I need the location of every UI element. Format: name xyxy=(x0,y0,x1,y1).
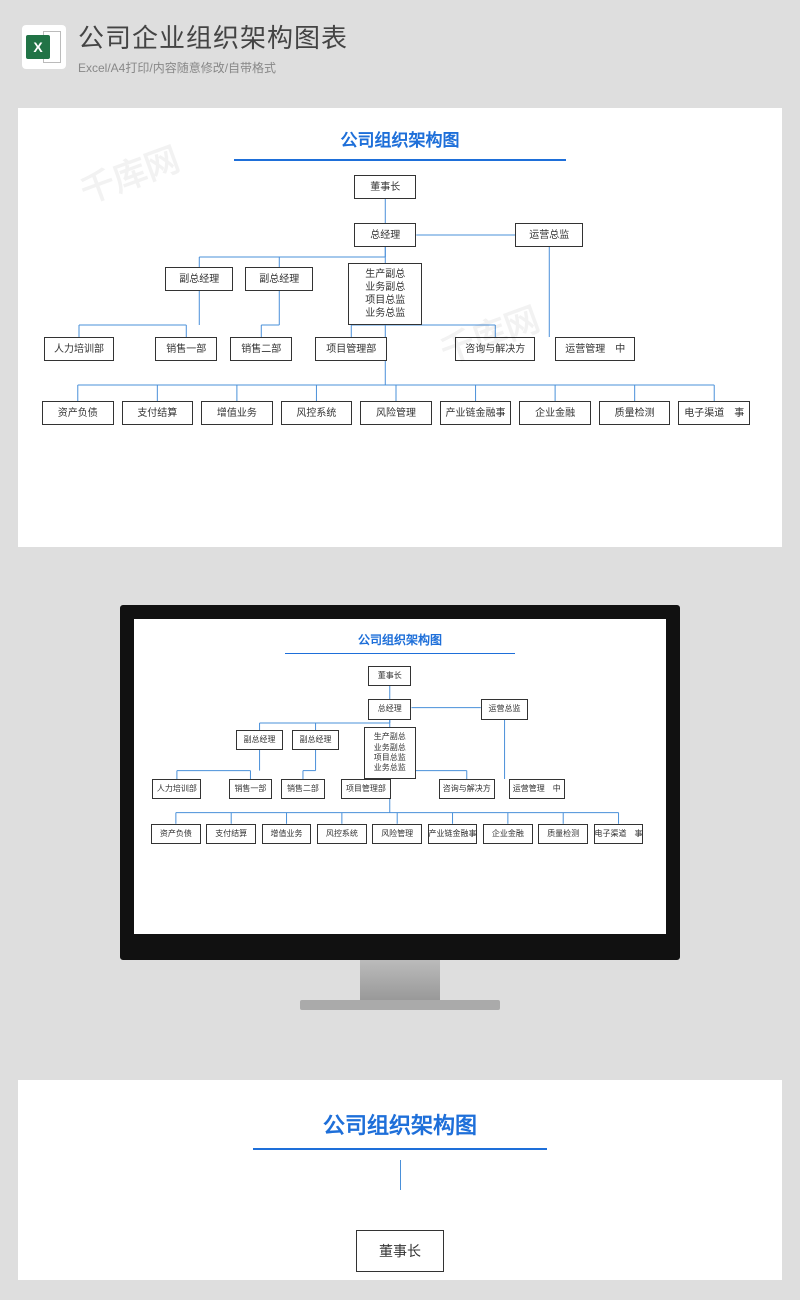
org-node-vp2: 副总经理 xyxy=(245,267,313,291)
org-node-bottom-2: 增值业务 xyxy=(262,824,312,844)
org-node-bottom-8: 电子渠道 事 xyxy=(594,824,644,844)
org-node-pm: 项目管理部 xyxy=(315,337,387,361)
header-text: 公司企业组织架构图表 Excel/A4打印/内容随意修改/自带格式 xyxy=(78,18,348,76)
org-node-bottom-8: 电子渠道 事 xyxy=(678,401,750,425)
org-node-vp1: 副总经理 xyxy=(236,730,284,750)
connector-lines xyxy=(32,167,768,527)
page-subtitle: Excel/A4打印/内容随意修改/自带格式 xyxy=(78,59,348,76)
org-node-bottom-7: 质量检测 xyxy=(599,401,671,425)
org-node-bottom-2: 增值业务 xyxy=(201,401,273,425)
org-node-gm: 总经理 xyxy=(368,699,411,719)
org-node-gm: 总经理 xyxy=(354,223,416,247)
org-node-bottom-4: 风险管理 xyxy=(360,401,432,425)
org-node-bottom-3: 风控系统 xyxy=(317,824,367,844)
org-node-bottom-3: 风控系统 xyxy=(281,401,353,425)
org-node-ops-director: 运营总监 xyxy=(515,223,583,247)
monitor-base xyxy=(300,1000,500,1010)
org-node-sales1: 销售一部 xyxy=(155,337,217,361)
org-node-bottom-6: 企业金融 xyxy=(519,401,591,425)
org-node-sales2: 销售二部 xyxy=(230,337,292,361)
org-node-bottom-5: 产业链金融事 xyxy=(428,824,478,844)
org-node-consult: 咨询与解决方 xyxy=(455,337,535,361)
org-node-multi-vp: 生产副总业务副总项目总监业务总监 xyxy=(364,727,416,779)
org-node-sales1: 销售一部 xyxy=(229,779,272,799)
page-title: 公司企业组织架构图表 xyxy=(78,18,348,55)
org-node-vp1: 副总经理 xyxy=(165,267,233,291)
org-node-bottom-5: 产业链金融事 xyxy=(440,401,512,425)
chart-title: 公司组织架构图 xyxy=(253,1104,547,1150)
org-node-bottom-1: 支付结算 xyxy=(122,401,194,425)
org-node-multi-vp: 生产副总业务副总项目总监业务总监 xyxy=(348,263,422,325)
connector-line xyxy=(400,1160,401,1190)
org-node-chairman: 董事长 xyxy=(356,1230,444,1272)
org-node-chairman: 董事长 xyxy=(368,666,411,686)
org-chart-small: 董事长总经理 运营总监副总经理副总经理 生产副总业务副总项目总监业务总监人力培训部 销… xyxy=(144,660,656,920)
org-node-chairman: 董事长 xyxy=(354,175,416,199)
main-preview-card: 公司组织架构图 董事长总经理 运营总监副总经理副总经理 生产副总业务副总项目总监业务… xyxy=(18,108,782,547)
bottom-preview-card: 公司组织架构图 董事长 xyxy=(18,1080,782,1280)
org-node-bottom-7: 质量检测 xyxy=(538,824,588,844)
org-node-pm: 项目管理部 xyxy=(341,779,391,799)
org-node-sales2: 销售二部 xyxy=(281,779,324,799)
org-node-bottom-0: 资产负债 xyxy=(151,824,201,844)
page-header: X 公司企业组织架构图表 Excel/A4打印/内容随意修改/自带格式 xyxy=(0,0,800,90)
excel-icon: X xyxy=(22,25,66,69)
org-node-hr: 人力培训部 xyxy=(152,779,201,799)
org-node-bottom-0: 资产负债 xyxy=(42,401,114,425)
org-node-ops-director: 运营总监 xyxy=(481,699,529,719)
monitor-screen: 公司组织架构图 董事长总经理 运营总监副总经理副总经理 生产副总业务副总项目总监业务… xyxy=(120,605,680,960)
chart-title: 公司组织架构图 xyxy=(234,122,565,161)
monitor-stand xyxy=(360,960,440,1000)
org-chart-main: 董事长总经理 运营总监副总经理副总经理 生产副总业务副总项目总监业务总监人力培训部 销… xyxy=(32,167,768,527)
org-node-ops-center: 运营管理 中 xyxy=(509,779,565,799)
org-node-bottom-4: 风险管理 xyxy=(372,824,422,844)
org-node-hr: 人力培训部 xyxy=(44,337,114,361)
chart-title: 公司组织架构图 xyxy=(285,629,515,654)
org-node-ops-center: 运营管理 中 xyxy=(555,337,635,361)
org-node-bottom-6: 企业金融 xyxy=(483,824,533,844)
monitor-mockup: 公司组织架构图 董事长总经理 运营总监副总经理副总经理 生产副总业务副总项目总监业务… xyxy=(0,565,800,1080)
org-node-vp2: 副总经理 xyxy=(292,730,340,750)
org-node-bottom-1: 支付结算 xyxy=(206,824,256,844)
org-node-consult: 咨询与解决方 xyxy=(439,779,495,799)
